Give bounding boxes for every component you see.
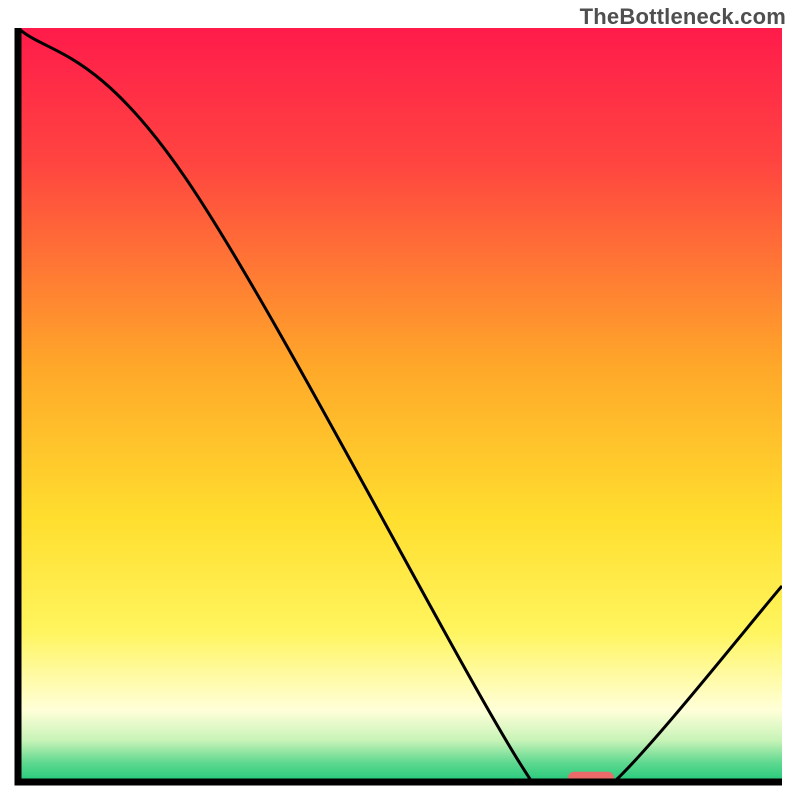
bottleneck-chart <box>0 0 800 800</box>
watermark-text: TheBottleneck.com <box>580 4 786 30</box>
chart-stage: TheBottleneck.com <box>0 0 800 800</box>
plot-background <box>18 28 782 782</box>
